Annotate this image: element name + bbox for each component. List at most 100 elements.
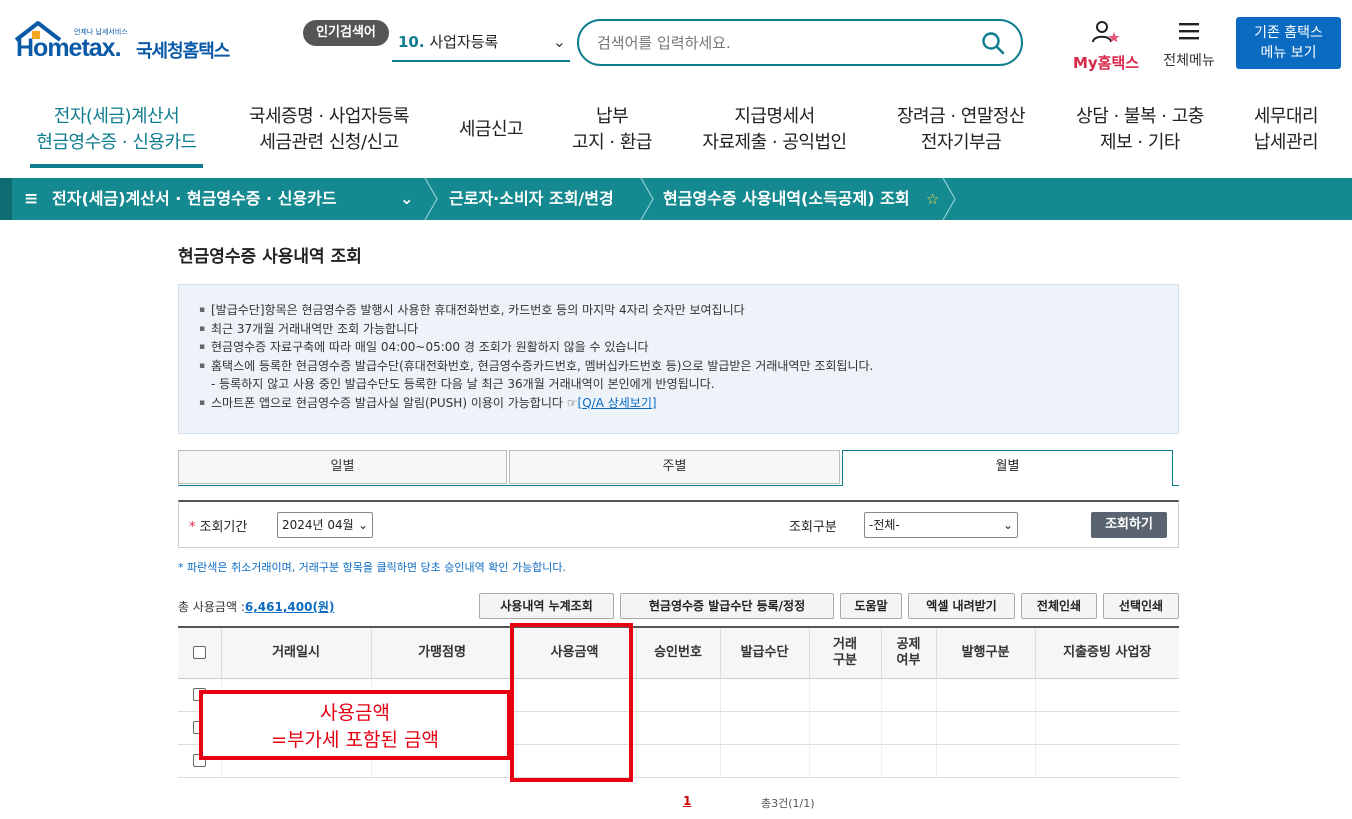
qa-detail-link[interactable]: [Q/A 상세보기] bbox=[578, 396, 657, 410]
total-amount-value[interactable]: 6,461,400(원) bbox=[245, 600, 335, 614]
col-header[interactable]: 발급수단 bbox=[720, 626, 810, 679]
cumulative-search-button[interactable]: 사용내역 누계조회 bbox=[479, 593, 614, 619]
breadcrumb-level1[interactable]: 전자(세금)계산서 · 현금영수증 · 신용카드 bbox=[52, 178, 337, 220]
tab-weekly[interactable]: 주별 bbox=[509, 450, 840, 484]
cell bbox=[809, 744, 882, 778]
pagination-current[interactable]: 1 bbox=[683, 794, 691, 808]
chevron-down-icon[interactable]: ⌄ bbox=[400, 178, 413, 220]
gnb-line: 지급명세서 bbox=[734, 106, 815, 127]
gnb-line: 고지 · 환급 bbox=[572, 132, 652, 153]
tab-divider bbox=[1172, 485, 1179, 486]
col-header[interactable]: 지출증빙 사업장 bbox=[1035, 626, 1179, 679]
breadcrumb-level2[interactable]: 근로자·소비자 조회/변경 bbox=[449, 178, 614, 220]
cell bbox=[1035, 744, 1179, 778]
gnb-line: 납부 bbox=[595, 106, 629, 127]
gnb-item-year-end[interactable]: 장려금 · 연말정산 전자기부금 bbox=[886, 104, 1036, 156]
cell bbox=[936, 678, 1036, 712]
cell bbox=[936, 711, 1036, 745]
breadcrumb-stripe bbox=[0, 178, 12, 220]
gnb-item-payment-statement[interactable]: 지급명세서 자료제출 · 공익법인 bbox=[693, 104, 856, 156]
search-input[interactable] bbox=[597, 31, 977, 55]
search-box bbox=[577, 19, 1023, 66]
gnb-line: 세금관련 신청/신고 bbox=[259, 132, 399, 153]
breadcrumb-level3: 현금영수증 사용내역(소득공제) 조회 bbox=[663, 189, 910, 208]
chevron-down-icon: ⌄ bbox=[552, 32, 566, 51]
popular-rank: 10. bbox=[398, 33, 425, 51]
period-select[interactable]: 2024년 04월 ⌄ bbox=[277, 512, 373, 538]
notice-item: [발급수단]항목은 현금영수증 발행시 사용한 휴대전화번호, 카드번호 등의 … bbox=[199, 301, 1158, 320]
gnb-line: 전자기부금 bbox=[920, 132, 1002, 153]
gnb-item-payment[interactable]: 납부 고지 · 환급 bbox=[560, 104, 664, 156]
search-filter: * 조회기간 2024년 04월 ⌄ 조회구분 -전체- ⌄ 조회하기 bbox=[178, 500, 1179, 548]
menu-icon[interactable]: ≡ bbox=[24, 178, 38, 220]
hometax-logo[interactable]: 언제나 납세서비스 Hometax. 국세청홈택스 bbox=[14, 20, 244, 72]
notice-item: 현금영수증 자료구축에 따라 매일 04:00~05:00 경 조회가 원활하지… bbox=[199, 338, 1158, 357]
cell bbox=[720, 711, 810, 745]
col-header[interactable]: 공제 여부 bbox=[881, 626, 937, 679]
gnb-item-tax-report[interactable]: 세금신고 bbox=[447, 117, 535, 143]
popular-search-badge: 인기검색어 bbox=[303, 20, 389, 46]
register-means-button[interactable]: 현금영수증 발급수단 등록/정정 bbox=[620, 593, 834, 619]
breadcrumb-separator-icon bbox=[640, 178, 654, 220]
tab-daily[interactable]: 일별 bbox=[178, 450, 507, 484]
gnb-line: 국세증명 · 사업자등록 bbox=[248, 106, 410, 127]
all-menu-label: 전체메뉴 bbox=[1163, 53, 1215, 69]
cell bbox=[881, 678, 937, 712]
cell bbox=[720, 678, 810, 712]
col-header[interactable]: 발행구분 bbox=[936, 626, 1036, 679]
cell bbox=[809, 711, 882, 745]
chevron-down-icon: ⌄ bbox=[357, 518, 368, 532]
col-header[interactable]: 거래일시 bbox=[221, 626, 372, 679]
print-selected-button[interactable]: 선택인쇄 bbox=[1103, 593, 1179, 619]
gnb-item-tax-agent[interactable]: 세무대리 납세관리 bbox=[1244, 104, 1328, 156]
table-header-row: 거래일시 가맹점명 사용금액 승인번호 발급수단 거래 구분 공제 여부 발행구… bbox=[178, 626, 1179, 679]
gnb-item-einvoice[interactable]: 전자(세금)계산서 현금영수증 · 신용카드 bbox=[30, 104, 203, 156]
cell bbox=[636, 744, 721, 778]
amount-column-highlight bbox=[510, 623, 633, 782]
notice-item: 최근 37개월 거래내역만 조회 가능합니다 bbox=[199, 320, 1158, 339]
col-header[interactable]: 승인번호 bbox=[636, 626, 721, 679]
old-menu-line2: 메뉴 보기 bbox=[1260, 45, 1317, 61]
gnb-line: 장려금 · 연말정산 bbox=[896, 106, 1026, 127]
favorite-star-icon[interactable]: ☆ bbox=[926, 178, 939, 220]
gnb-line: 납세관리 bbox=[1253, 132, 1319, 153]
popular-search-select[interactable]: 10. 사업자등록 ⌄ bbox=[392, 26, 570, 62]
notice-box: [발급수단]항목은 현금영수증 발행시 사용한 휴대전화번호, 카드번호 등의 … bbox=[178, 284, 1179, 434]
notice-list: [발급수단]항목은 현금영수증 발행시 사용한 휴대전화번호, 카드번호 등의 … bbox=[199, 301, 1158, 412]
gnb-line: 전자(세금)계산서 bbox=[53, 106, 180, 127]
gnb-line: 자료제출 · 공익법인 bbox=[702, 132, 847, 153]
my-hometax-button[interactable]: My홈택스 bbox=[1066, 20, 1146, 73]
page-title: 현금영수증 사용내역 조회 bbox=[178, 247, 362, 267]
my-hometax-label: My홈택스 bbox=[1072, 54, 1140, 72]
gnb-item-consult[interactable]: 상담 · 불복 · 고충 제보 · 기타 bbox=[1064, 104, 1216, 156]
old-menu-line1: 기존 홈택스 bbox=[1254, 25, 1323, 41]
cell bbox=[636, 711, 721, 745]
print-all-button[interactable]: 전체인쇄 bbox=[1021, 593, 1097, 619]
excel-download-button[interactable]: 엑셀 내려받기 bbox=[908, 593, 1015, 619]
col-header[interactable]: 가맹점명 bbox=[371, 626, 514, 679]
help-button[interactable]: 도움말 bbox=[840, 593, 902, 619]
gnb-item-certificate[interactable]: 국세증명 · 사업자등록 세금관련 신청/신고 bbox=[238, 104, 420, 156]
select-all-checkbox[interactable] bbox=[192, 645, 206, 659]
gnb-line: 세무대리 bbox=[1253, 106, 1319, 127]
hamburger-icon bbox=[1179, 23, 1199, 40]
popular-term: 사업자등록 bbox=[429, 33, 499, 51]
logo-brand-korean: 국세청홈택스 bbox=[136, 41, 230, 62]
cancel-hint: * 파란색은 취소거래이며, 거래구분 항목을 클릭하면 당초 승인내역 확인 … bbox=[178, 561, 567, 574]
col-header[interactable]: 거래 구분 bbox=[809, 626, 882, 679]
search-button[interactable]: 조회하기 bbox=[1091, 512, 1167, 538]
cell bbox=[1035, 678, 1179, 712]
annotation-line2: =부가세 포함된 금액 bbox=[271, 729, 439, 751]
tab-monthly[interactable]: 월별 bbox=[842, 450, 1173, 486]
period-tabs: 일별 주별 월별 bbox=[178, 450, 1179, 486]
breadcrumb: ≡ 전자(세금)계산서 · 현금영수증 · 신용카드 ⌄ 근로자·소비자 조회/… bbox=[0, 178, 1352, 220]
period-label: * 조회기간 bbox=[189, 516, 247, 535]
cell bbox=[1035, 711, 1179, 745]
breadcrumb-separator-icon bbox=[424, 178, 438, 220]
cell bbox=[809, 678, 882, 712]
search-icon[interactable] bbox=[981, 31, 1005, 55]
cell bbox=[636, 678, 721, 712]
kind-select[interactable]: -전체- ⌄ bbox=[864, 512, 1018, 538]
all-menu-button[interactable]: 전체메뉴 bbox=[1154, 20, 1224, 70]
old-menu-button[interactable]: 기존 홈택스 메뉴 보기 bbox=[1236, 17, 1341, 69]
